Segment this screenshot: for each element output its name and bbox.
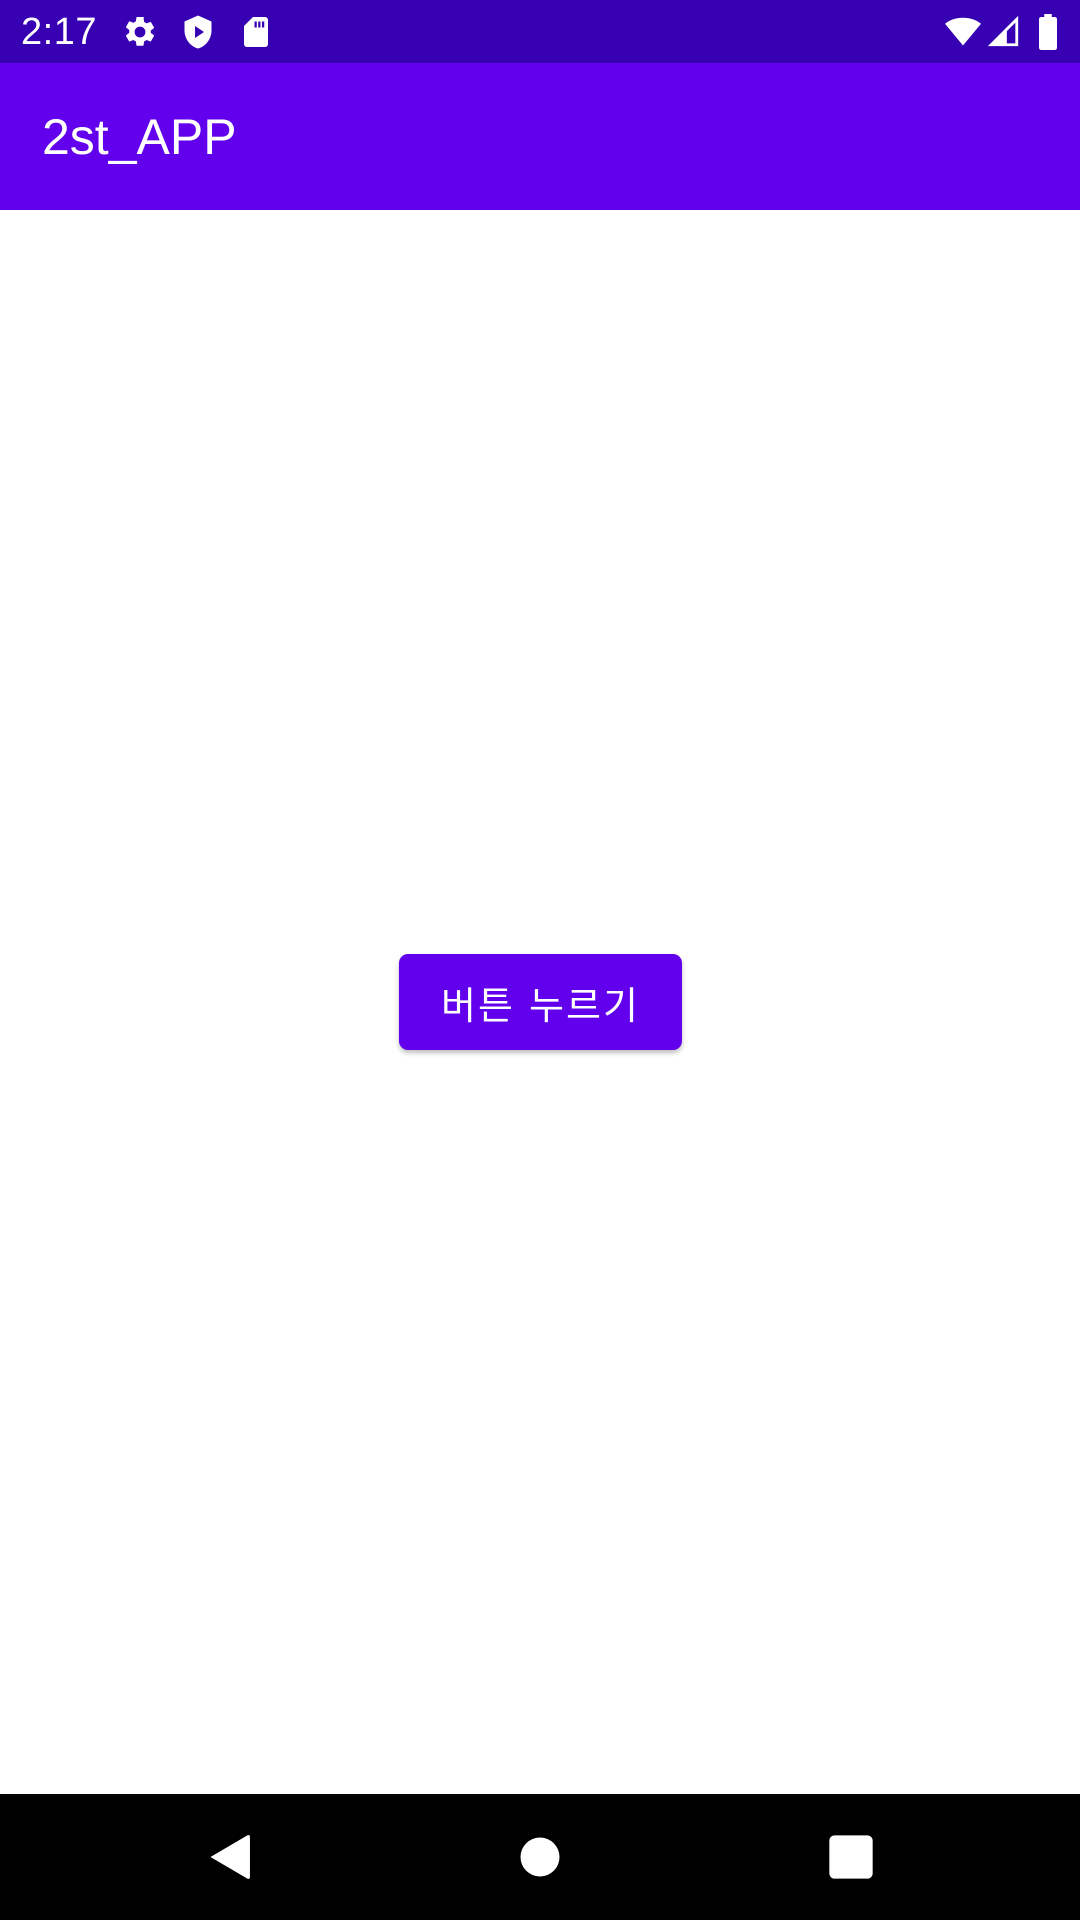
back-icon[interactable] — [204, 1831, 256, 1883]
wifi-icon — [943, 14, 983, 50]
app-bar: 2st_APP — [0, 63, 1080, 210]
press-button[interactable]: 버튼 누르기 — [399, 954, 682, 1050]
battery-icon — [1036, 14, 1060, 50]
sd-card-icon — [238, 14, 274, 50]
status-bar: 2:17 — [0, 0, 1080, 63]
play-protect-icon — [180, 14, 216, 50]
content-area: 버튼 누르기 — [0, 210, 1080, 1794]
signal-icon — [987, 14, 1021, 50]
gear-icon — [122, 14, 158, 50]
screen: 2:17 2st_APP 버튼 누르기 — [0, 0, 1080, 1920]
home-icon[interactable] — [514, 1831, 566, 1883]
navigation-bar — [0, 1794, 1080, 1920]
app-title: 2st_APP — [42, 109, 237, 165]
status-time: 2:17 — [21, 11, 97, 53]
recents-icon[interactable] — [825, 1831, 877, 1883]
